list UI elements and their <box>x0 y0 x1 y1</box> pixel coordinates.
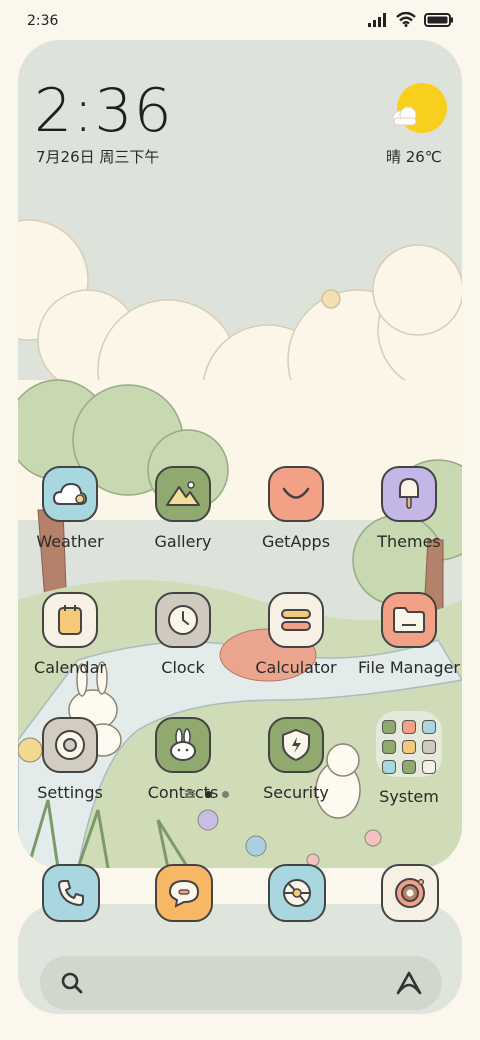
app-label: Clock <box>161 658 205 677</box>
clock-date[interactable]: 7月26日 周三下午 <box>36 146 159 167</box>
clock-icon[interactable] <box>155 592 211 648</box>
app-label: File Manager <box>358 658 460 677</box>
dock-phone-button[interactable] <box>42 864 100 922</box>
menu-lines-icon <box>185 790 195 798</box>
message-icon[interactable] <box>155 864 213 922</box>
phone-icon[interactable] <box>42 864 100 922</box>
app-clock[interactable]: Clock <box>127 592 239 702</box>
app-label: Gallery <box>154 532 212 551</box>
app-contacts[interactable]: Contacts <box>127 717 239 827</box>
dock-camera-button[interactable] <box>381 864 439 922</box>
dock-messages-button[interactable] <box>155 864 213 922</box>
calendar-icon[interactable] <box>42 592 98 648</box>
clock-time[interactable]: 2:36 <box>34 76 173 146</box>
app-label: Calculator <box>255 658 337 677</box>
gear-icon[interactable] <box>42 717 98 773</box>
weather-summary[interactable]: 晴 26℃ <box>386 146 442 167</box>
app-gallery[interactable]: Gallery <box>127 466 239 576</box>
smile-bag-icon[interactable] <box>268 466 324 522</box>
page-dot <box>222 790 229 798</box>
search-icon[interactable] <box>60 971 84 995</box>
bunny-icon[interactable] <box>155 717 211 773</box>
assistant-icon[interactable] <box>394 970 424 996</box>
app-label: Weather <box>36 532 104 551</box>
app-weather[interactable]: Weather <box>14 466 126 576</box>
dock-browser-button[interactable] <box>268 864 326 922</box>
sun-cloud-icon[interactable] <box>388 80 448 134</box>
signal-icon <box>368 12 386 27</box>
page-dot-active <box>205 790 212 798</box>
wifi-icon <box>396 12 416 27</box>
calculator-icon[interactable] <box>268 592 324 648</box>
weather-icon[interactable] <box>42 466 98 522</box>
status-time: 2:36 <box>27 13 59 29</box>
shield-icon[interactable] <box>268 717 324 773</box>
app-label: Themes <box>377 532 441 551</box>
app-file-manager[interactable]: File Manager <box>353 592 465 702</box>
battery-icon <box>424 12 453 27</box>
folder-grid-icon[interactable] <box>376 711 442 777</box>
app-calculator[interactable]: Calculator <box>240 592 352 702</box>
popsicle-icon[interactable] <box>381 466 437 522</box>
app-label: System <box>379 787 439 806</box>
app-settings[interactable]: Settings <box>14 717 126 827</box>
app-label: Security <box>263 783 329 802</box>
app-label: Settings <box>37 783 103 802</box>
page-indicator[interactable] <box>185 790 229 798</box>
app-label: Calendar <box>34 658 106 677</box>
app-security[interactable]: Security <box>240 717 352 827</box>
app-system-folder[interactable]: System <box>353 711 465 827</box>
app-calendar[interactable]: Calendar <box>14 592 126 702</box>
status-bar: 2:36 <box>0 0 480 42</box>
folder-icon[interactable] <box>381 592 437 648</box>
mountain-icon[interactable] <box>155 466 211 522</box>
app-themes[interactable]: Themes <box>353 466 465 576</box>
browser-icon[interactable] <box>268 864 326 922</box>
app-label: GetApps <box>261 532 331 551</box>
app-getapps[interactable]: GetApps <box>240 466 352 576</box>
search-bar[interactable] <box>40 956 442 1010</box>
camera-icon[interactable] <box>381 864 439 922</box>
